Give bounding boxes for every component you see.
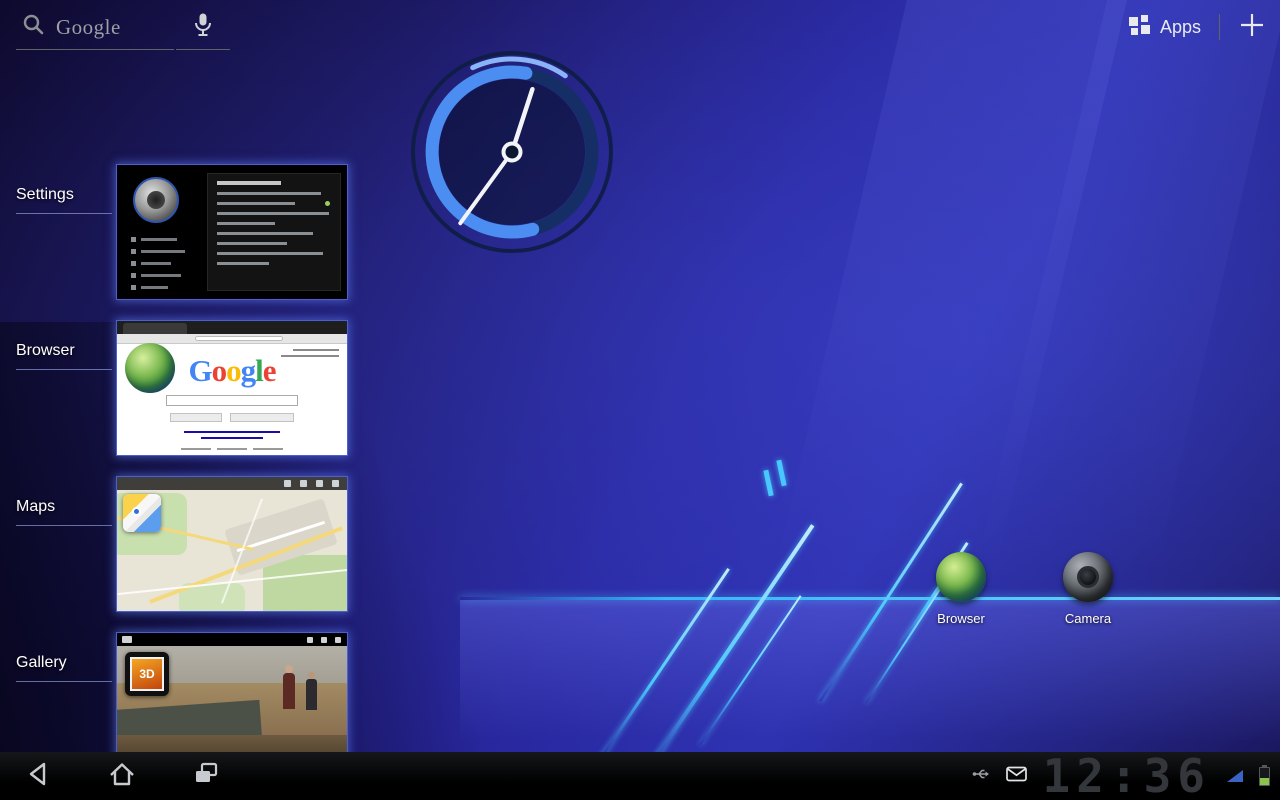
photo-person-head: [285, 665, 293, 673]
shortcut-browser[interactable]: Browser: [913, 552, 1009, 626]
battery-nub: [1262, 765, 1267, 767]
logo-letter: o: [212, 353, 227, 388]
back-icon: [19, 755, 57, 798]
logo-letter: o: [226, 353, 241, 388]
recent-thumbnail-gallery[interactable]: 3D: [116, 632, 348, 768]
photo-person: [283, 673, 295, 709]
maps-toolbar-icon: [300, 480, 307, 487]
analog-clock-face: [402, 42, 622, 262]
google-logo-text: Google: [56, 15, 121, 40]
voice-search-button[interactable]: [176, 6, 230, 50]
google-footer-links: [181, 448, 283, 450]
shortcut-camera[interactable]: Camera: [1040, 552, 1136, 626]
maps-toolbar-icon: [316, 480, 323, 487]
recent-label-gallery: Gallery: [16, 654, 112, 682]
analog-clock-widget[interactable]: [402, 42, 622, 262]
email-notification-icon: [1006, 766, 1027, 787]
back-button[interactable]: [8, 752, 68, 800]
recent-label-browser: Browser: [16, 342, 112, 370]
battery-level: [1260, 778, 1269, 785]
google-buttons: [170, 413, 294, 422]
signal-strength-icon: [1227, 770, 1243, 782]
browser-globe-icon: [936, 552, 986, 602]
browser-tab-bar: [117, 321, 347, 334]
logo-letter: l: [255, 353, 263, 388]
shortcut-label: Browser: [937, 611, 985, 626]
google-top-links: [281, 349, 339, 357]
navigation-buttons: [0, 752, 236, 800]
browser-tab: [123, 323, 187, 334]
recent-thumbnail-maps[interactable]: [116, 476, 348, 612]
usb-debugging-icon: [972, 766, 990, 787]
maps-action-bar: [117, 477, 347, 490]
apps-label: Apps: [1160, 17, 1201, 38]
settings-green-indicator: [325, 201, 330, 206]
gallery-toolbar-icon: [335, 637, 341, 643]
logo-letter: G: [188, 353, 211, 388]
apps-grid-icon: [1128, 14, 1150, 41]
logo-letter: e: [263, 353, 276, 388]
divider: [1219, 14, 1220, 40]
home-screen: Google Apps: [0, 0, 1280, 800]
search-box[interactable]: Google: [16, 6, 174, 50]
maps-icon-art: [123, 494, 161, 532]
maps-app-icon: [123, 494, 161, 532]
battery-icon: [1259, 767, 1270, 786]
logo-letter: g: [241, 353, 256, 388]
google-links: [184, 431, 280, 439]
home-icon: [103, 755, 141, 798]
settings-speaker-core: [147, 191, 165, 209]
camera-lens-core: [1077, 566, 1099, 588]
gallery-toolbar-icon: [307, 637, 313, 643]
photo-person: [306, 679, 317, 710]
system-clock: 12:36: [1043, 752, 1211, 800]
home-button[interactable]: [92, 752, 152, 800]
settings-speaker-icon: [133, 177, 179, 223]
browser-url-field: [195, 336, 282, 341]
google-search-field: [166, 395, 298, 406]
recent-apps-icon: [187, 755, 225, 798]
top-right-corner: Apps: [1128, 10, 1266, 44]
add-widget-button[interactable]: [1238, 11, 1266, 44]
maps-toolbar-icon: [284, 480, 291, 487]
shortcut-label: Camera: [1065, 611, 1111, 626]
plus-icon: [1238, 11, 1266, 44]
gallery-camera-icon: [122, 636, 132, 643]
apps-button[interactable]: Apps: [1128, 14, 1201, 41]
notification-area[interactable]: 12:36: [972, 752, 1280, 800]
gallery-toolbar-icon: [321, 637, 327, 643]
recent-label-settings: Settings: [16, 186, 112, 214]
camera-lens-icon: [1063, 552, 1113, 602]
microphone-icon: [193, 12, 213, 43]
maps-toolbar-icon: [332, 480, 339, 487]
gallery-icon-art: 3D: [130, 657, 164, 691]
google-search-widget: Google: [16, 6, 230, 50]
google-page-logo: Google: [117, 355, 347, 386]
search-icon: [22, 13, 46, 42]
wallpaper-horizon-line: [460, 597, 1280, 600]
recent-apps-button[interactable]: [176, 752, 236, 800]
recent-thumbnail-browser[interactable]: Google: [116, 320, 348, 456]
photo-person-head: [308, 672, 315, 679]
system-bar: 12:36: [0, 752, 1280, 800]
settings-menu-lines: [131, 237, 185, 290]
recent-label-maps: Maps: [16, 498, 112, 526]
recent-thumbnail-settings[interactable]: [116, 164, 348, 300]
maps-icon-dot: [132, 507, 141, 516]
settings-detail-panel: [207, 173, 341, 291]
gallery-action-bar: [117, 633, 347, 646]
gallery-app-icon: 3D: [125, 652, 169, 696]
